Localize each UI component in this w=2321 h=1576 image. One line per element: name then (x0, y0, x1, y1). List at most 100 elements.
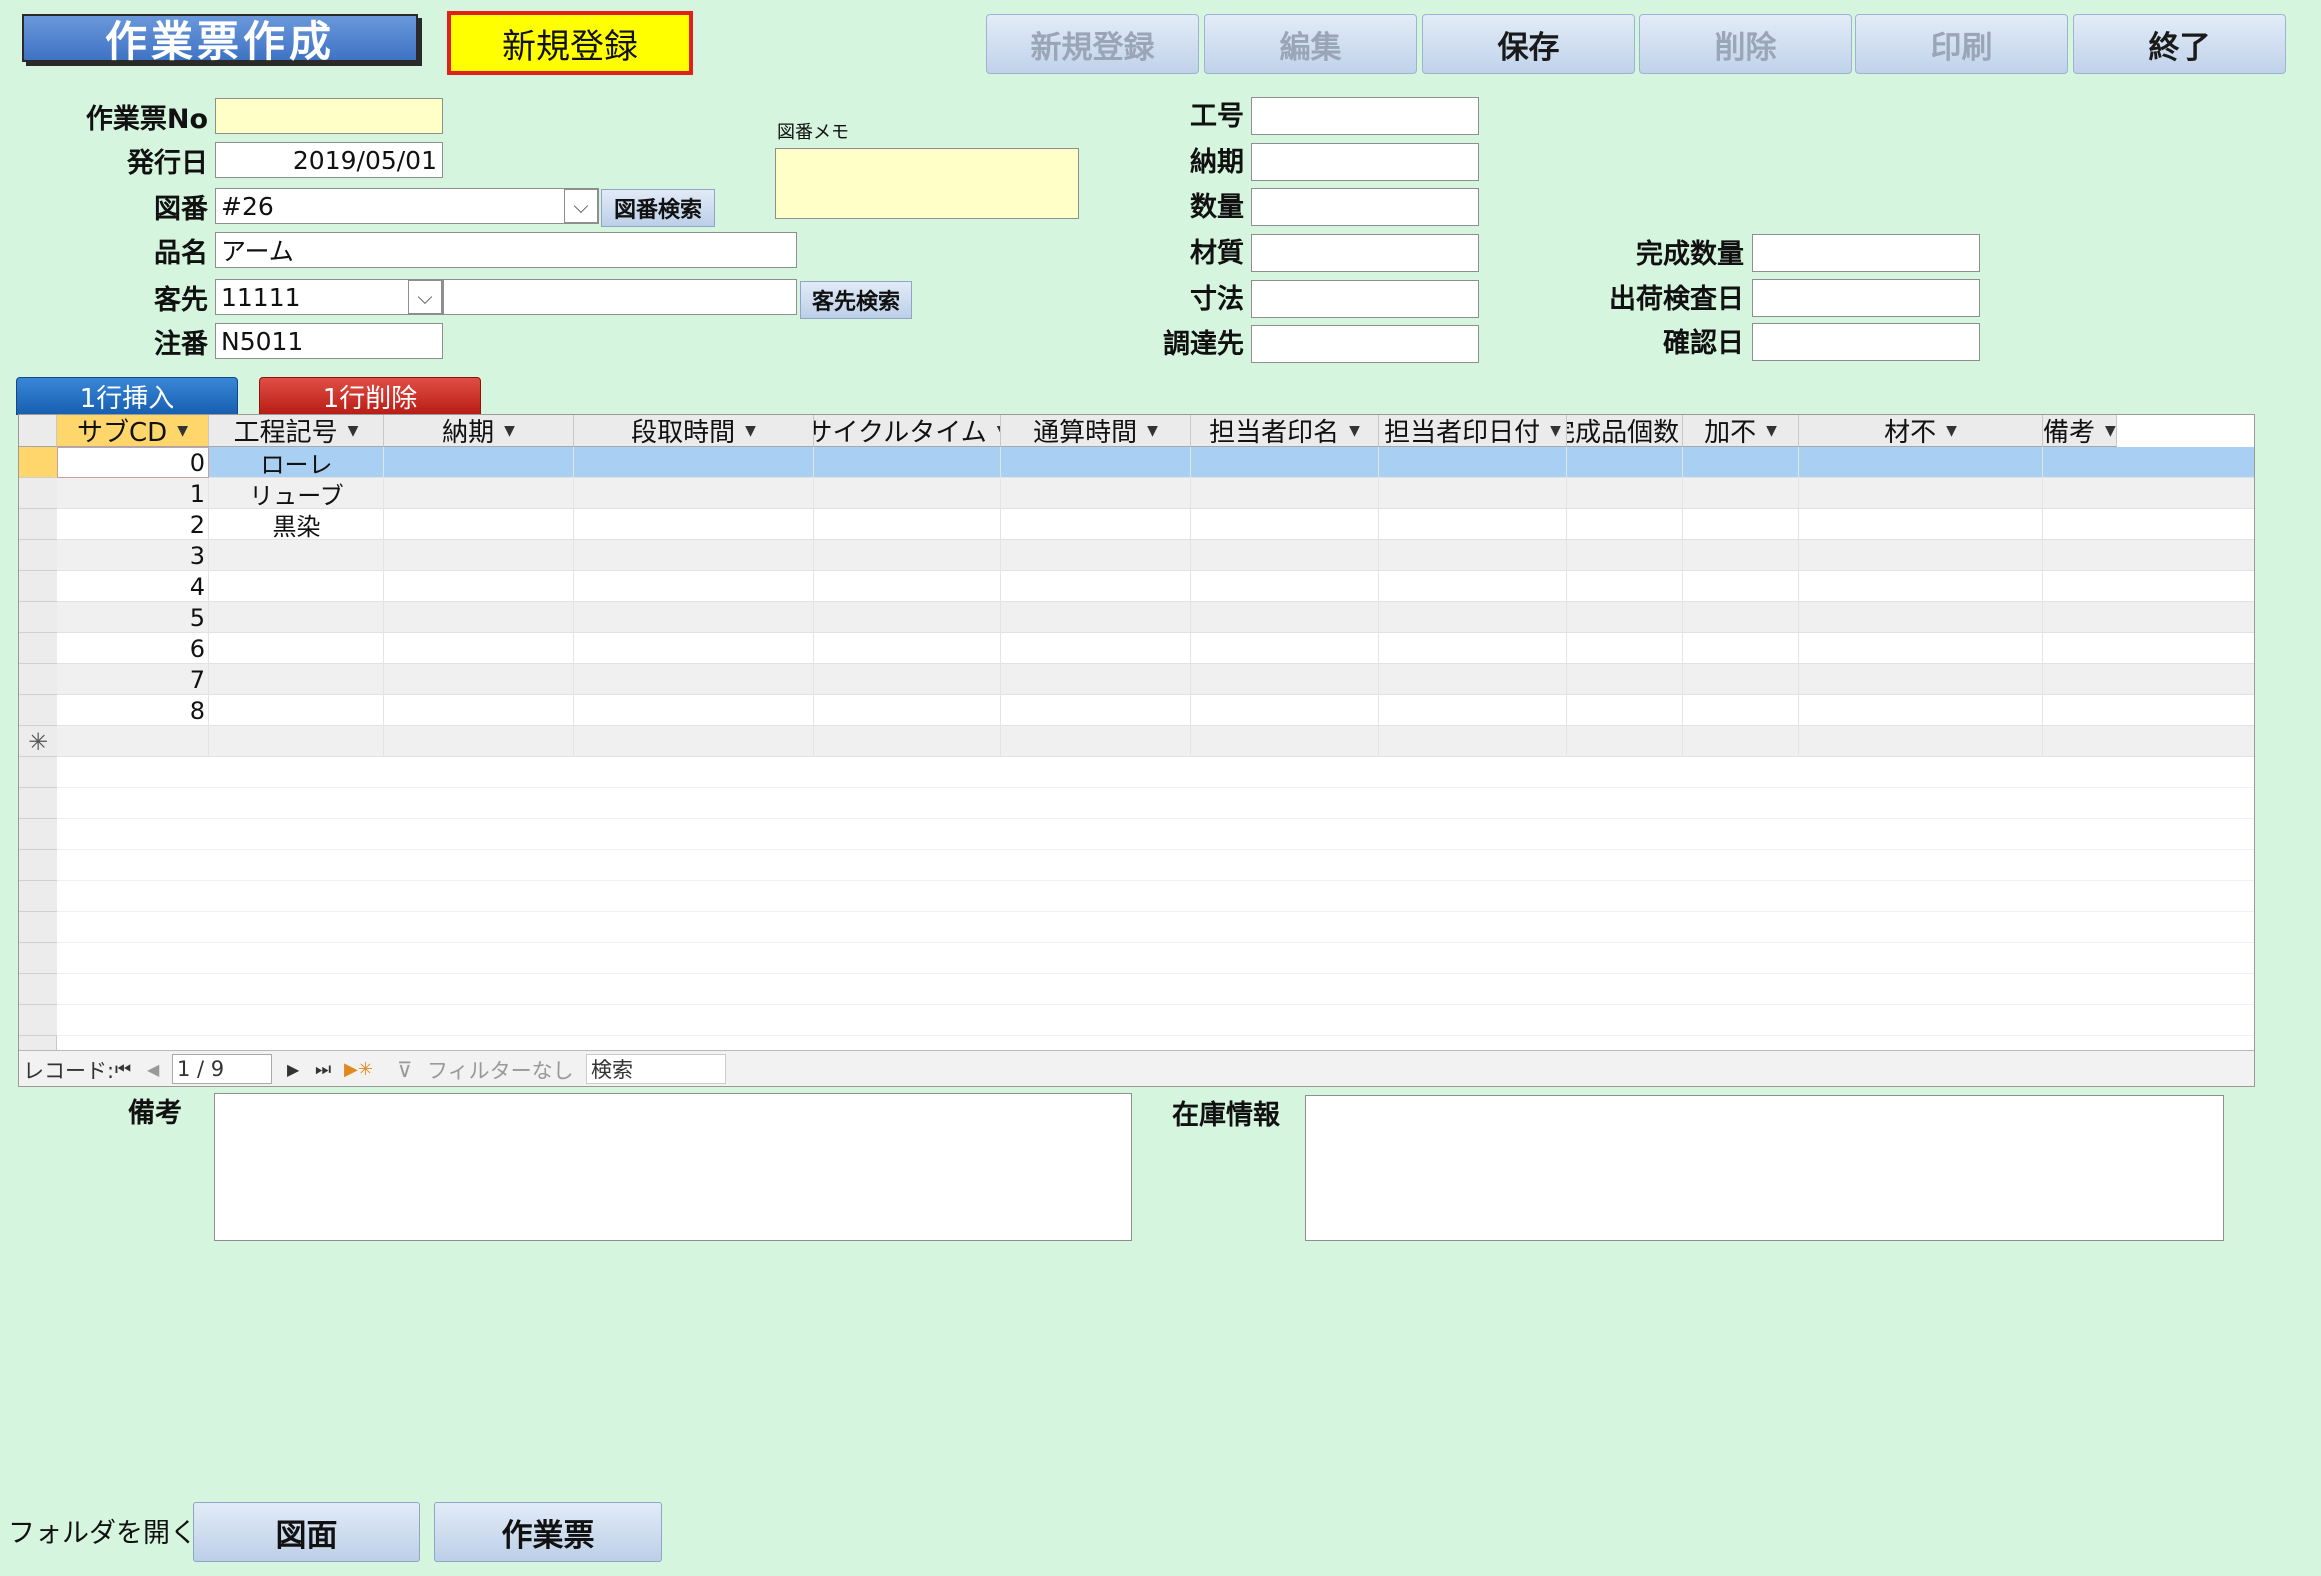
job-no-field[interactable] (1251, 97, 1479, 135)
table-row[interactable] (57, 571, 2254, 602)
chevron-down-icon[interactable]: ⌵ (408, 280, 442, 314)
insert-row-button[interactable]: 1行挿入 (16, 377, 238, 415)
sort-dropdown-icon[interactable]: ▼ (1147, 423, 1158, 439)
record-selector[interactable] (19, 881, 57, 912)
column-header-process-code[interactable]: 工程記号 ▼ (209, 415, 384, 447)
drawing-folder-button[interactable]: 図面 (193, 1502, 420, 1562)
sort-dropdown-icon[interactable]: ▼ (177, 423, 188, 439)
process-code-cell[interactable] (209, 571, 384, 602)
column-header-due-date[interactable]: 納期 ▼ (384, 415, 574, 447)
table-row[interactable] (57, 664, 2254, 695)
record-selector[interactable] (19, 912, 57, 943)
completed-qty-field[interactable] (1752, 234, 1980, 272)
sub-cd-cell[interactable]: 5 (57, 602, 209, 633)
last-record-icon[interactable]: ⏭ (315, 1051, 331, 1086)
record-selector[interactable] (19, 478, 57, 509)
process-code-cell[interactable]: ローレ (209, 447, 384, 479)
record-selector[interactable] (19, 943, 57, 974)
sub-cd-cell[interactable]: 4 (57, 571, 209, 602)
record-selector[interactable] (19, 757, 57, 788)
process-code-cell[interactable] (209, 540, 384, 571)
record-selector[interactable] (19, 540, 57, 571)
drawing-memo-field[interactable] (775, 148, 1079, 219)
table-row[interactable] (57, 540, 2254, 571)
process-code-cell[interactable] (209, 602, 384, 633)
new-record-row[interactable] (57, 726, 2254, 757)
column-header-processing-defect[interactable]: 加不 ▼ (1683, 415, 1799, 447)
inventory-textarea[interactable] (1305, 1095, 2224, 1241)
column-header-remarks[interactable]: 備考 ▼ (2043, 415, 2117, 447)
sort-dropdown-icon[interactable]: ▼ (504, 423, 515, 439)
process-code-cell[interactable] (209, 664, 384, 695)
exit-button[interactable]: 終了 (2073, 14, 2286, 74)
table-row[interactable] (57, 602, 2254, 633)
record-selector[interactable] (19, 633, 57, 664)
due-date-field[interactable] (1251, 143, 1479, 181)
record-selector[interactable] (19, 850, 57, 881)
sort-dropdown-icon[interactable]: ▼ (1349, 423, 1360, 439)
drawing-search-button[interactable]: 図番検索 (601, 189, 715, 227)
grid-search-input[interactable]: 検索 (586, 1054, 726, 1084)
sub-cd-cell[interactable]: 8 (57, 695, 209, 726)
table-row[interactable] (57, 633, 2254, 664)
customer-search-button[interactable]: 客先検索 (800, 281, 912, 319)
first-record-icon[interactable]: ⏮ (115, 1051, 131, 1086)
table-row[interactable] (57, 509, 2254, 540)
save-button[interactable]: 保存 (1422, 14, 1635, 74)
column-header-cycle-time[interactable]: サイクルタイム▼ (814, 415, 1001, 447)
record-selector[interactable] (19, 695, 57, 726)
sub-cd-cell[interactable]: 0 (57, 447, 209, 478)
delete-button[interactable]: 削除 (1639, 14, 1852, 74)
dimensions-field[interactable] (1251, 280, 1479, 318)
sort-dropdown-icon[interactable]: ▼ (1550, 423, 1561, 439)
supplier-field[interactable] (1251, 325, 1479, 363)
material-field[interactable] (1251, 234, 1479, 272)
process-code-cell[interactable]: リューブ (209, 478, 384, 510)
record-selector[interactable] (19, 571, 57, 602)
column-header-staff-stamp-date[interactable]: 担当者印日付 ▼ (1379, 415, 1567, 447)
sort-dropdown-icon[interactable]: ▼ (348, 423, 359, 439)
issue-date-field[interactable]: 2019/05/01 (215, 142, 443, 178)
previous-record-icon[interactable]: ◀ (147, 1051, 159, 1086)
table-row[interactable] (57, 478, 2254, 509)
process-code-cell[interactable] (209, 695, 384, 726)
new-record-icon[interactable]: ▶✳ (344, 1051, 373, 1086)
sub-cd-cell[interactable]: 6 (57, 633, 209, 664)
new-button[interactable]: 新規登録 (986, 14, 1199, 74)
sort-dropdown-icon[interactable]: ▼ (1766, 423, 1777, 439)
confirmation-date-field[interactable] (1752, 323, 1980, 361)
order-no-field[interactable]: N5011 (215, 323, 443, 359)
sort-dropdown-icon[interactable]: ▼ (2105, 423, 2116, 439)
product-name-field[interactable]: アーム (215, 232, 797, 268)
process-code-cell[interactable]: 黒染 (209, 509, 384, 541)
sub-cd-cell[interactable]: 3 (57, 540, 209, 571)
next-record-icon[interactable]: ▶ (287, 1051, 299, 1086)
worksheet-folder-button[interactable]: 作業票 (434, 1502, 662, 1562)
record-selector[interactable] (19, 447, 57, 478)
record-selector[interactable] (19, 602, 57, 633)
notes-textarea[interactable] (214, 1093, 1132, 1241)
record-selector[interactable] (19, 788, 57, 819)
column-header-total-time[interactable]: 通算時間 ▼ (1001, 415, 1191, 447)
customer-name-field[interactable] (443, 279, 797, 315)
table-row[interactable] (57, 447, 2254, 478)
quantity-field[interactable] (1251, 188, 1479, 226)
table-row[interactable] (57, 695, 2254, 726)
sub-cd-cell[interactable]: 7 (57, 664, 209, 695)
edit-button[interactable]: 編集 (1204, 14, 1417, 74)
column-header-setup-time[interactable]: 段取時間 ▼ (574, 415, 814, 447)
column-header-sub-cd[interactable]: サブCD ▼ (57, 415, 209, 447)
record-selector[interactable] (19, 509, 57, 540)
sub-cd-cell[interactable]: 2 (57, 509, 209, 540)
column-header-completed-count[interactable]: 完成品個数▼ (1567, 415, 1683, 447)
sort-dropdown-icon[interactable]: ▼ (1946, 423, 1957, 439)
print-button[interactable]: 印刷 (1855, 14, 2068, 74)
record-selector[interactable] (19, 819, 57, 850)
work-no-field[interactable] (215, 98, 443, 134)
record-selector[interactable] (19, 974, 57, 1005)
record-selector[interactable] (19, 1005, 57, 1036)
chevron-down-icon[interactable]: ⌵ (564, 189, 598, 223)
sub-cd-cell[interactable]: 1 (57, 478, 209, 509)
drawing-no-combo[interactable]: #26 (215, 188, 599, 224)
filter-status[interactable]: フィルターなし (427, 1051, 574, 1086)
